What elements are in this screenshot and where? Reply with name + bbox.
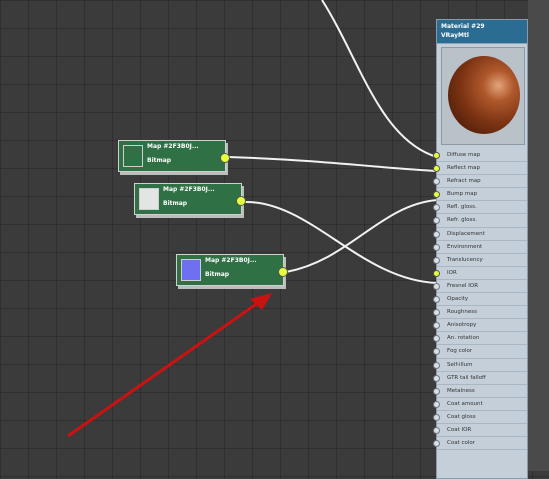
- map-node-3-swatch: [181, 259, 201, 281]
- annotation-arrow-line: [67, 298, 263, 438]
- slot-self-illum[interactable]: Self-illum: [433, 359, 527, 372]
- slot-input-socket[interactable]: [433, 348, 440, 356]
- slot-opacity[interactable]: Opacity: [433, 293, 527, 307]
- slot-reflect-map[interactable]: Reflect map: [433, 162, 527, 176]
- slot-anisotropy[interactable]: Anisotropy: [433, 319, 527, 333]
- slot-input-socket[interactable]: [433, 361, 440, 369]
- slot-input-socket[interactable]: [433, 387, 440, 395]
- slot-input-socket[interactable]: [433, 296, 440, 304]
- material-type: VRayMtl: [441, 32, 469, 39]
- slot-label: Anisotropy: [447, 322, 477, 329]
- slot-input-socket[interactable]: [433, 309, 440, 317]
- panel-edge: [528, 0, 549, 471]
- map-node-1-title: Map #2F3B0J...: [147, 143, 199, 150]
- slot-label: Fresnel IOR: [447, 282, 479, 289]
- slot-label: Refract map: [447, 178, 481, 185]
- slot-refl-gloss[interactable]: Refl. gloss.: [433, 201, 527, 215]
- material-title: Material #29: [441, 23, 485, 30]
- slot-fog-color[interactable]: Fog color: [433, 345, 527, 359]
- slot-input-socket[interactable]: [433, 217, 440, 225]
- slot-label: Fog color: [447, 348, 473, 355]
- slot-input-socket[interactable]: [433, 374, 440, 382]
- wire-diffuse: [321, 0, 438, 158]
- material-preview: [441, 47, 525, 145]
- slot-an-rotation[interactable]: An. rotation: [433, 332, 527, 346]
- slot-input-socket[interactable]: [433, 256, 440, 264]
- wire-map3-bump: [285, 199, 438, 273]
- slot-input-socket[interactable]: [433, 269, 440, 277]
- slot-input-socket[interactable]: [433, 335, 440, 343]
- map-node-3[interactable]: Map #2F3B0J... Bitmap: [176, 254, 288, 286]
- slot-label: Roughness: [447, 309, 478, 316]
- slot-input-socket[interactable]: [433, 322, 440, 330]
- slot-label: Metalness: [447, 387, 475, 394]
- slot-label: Bump map: [447, 191, 478, 198]
- slot-input-socket[interactable]: [433, 413, 440, 421]
- slot-refract-map[interactable]: Refract map: [433, 175, 527, 189]
- slot-label: Coat IOR: [447, 426, 472, 433]
- map-node-1-output-socket[interactable]: [220, 153, 230, 163]
- slot-input-socket[interactable]: [433, 165, 440, 173]
- map-node-3-type: Bitmap: [205, 271, 230, 278]
- slot-label: Diffuse map: [447, 152, 481, 158]
- slot-refr-gloss[interactable]: Refr. gloss.: [433, 214, 527, 228]
- map-node-3-output-socket[interactable]: [278, 267, 288, 277]
- slot-input-socket[interactable]: [433, 191, 440, 199]
- map-node-2-title: Map #2F3B0J...: [163, 186, 215, 193]
- slot-label: Displacement: [447, 230, 485, 237]
- slot-bump-map[interactable]: Bump map: [433, 188, 527, 202]
- map-node-2-output-socket[interactable]: [236, 196, 246, 206]
- slot-label: Environment: [447, 243, 483, 250]
- slot-label: Translucency: [447, 256, 483, 263]
- slot-input-socket[interactable]: [433, 152, 440, 159]
- wire-map1-reflect: [227, 156, 438, 172]
- slot-input-socket[interactable]: [433, 440, 440, 448]
- slot-label: An. rotation: [447, 335, 480, 342]
- slot-label: Coat amount: [447, 400, 483, 407]
- node-editor-canvas[interactable]: Map #2F3B0J... Bitmap Map #2F3B0J... Bit…: [0, 0, 549, 479]
- slot-input-socket[interactable]: [433, 178, 440, 186]
- slot-environment[interactable]: Environment: [433, 241, 527, 254]
- annotation-arrow-head: [250, 293, 272, 310]
- slot-coat-gloss[interactable]: Coat gloss: [433, 411, 527, 424]
- material-node[interactable]: Material #29 VRayMtl Diffuse map Reflect…: [433, 19, 528, 479]
- slot-label: IOR: [447, 269, 457, 276]
- slot-input-socket[interactable]: [433, 230, 440, 238]
- map-node-2-swatch: [139, 188, 159, 210]
- material-slot-list: Diffuse map Reflect map Refract map Bump…: [433, 149, 527, 451]
- slot-label: Opacity: [447, 296, 469, 303]
- slot-input-socket[interactable]: [433, 243, 440, 251]
- slot-roughness[interactable]: Roughness: [433, 306, 527, 320]
- slot-gtr-tail-falloff[interactable]: GTR tail falloff: [433, 372, 527, 385]
- material-node-header[interactable]: Material #29 VRayMtl: [437, 20, 527, 44]
- map-node-1[interactable]: Map #2F3B0J... Bitmap: [118, 140, 230, 172]
- slot-coat-ior[interactable]: Coat IOR: [433, 424, 527, 438]
- slot-coat-amount[interactable]: Coat amount: [433, 398, 527, 411]
- material-preview-sphere: [448, 56, 520, 134]
- slot-label: Self-illum: [447, 361, 473, 368]
- slot-input-socket[interactable]: [433, 282, 440, 290]
- slot-ior[interactable]: IOR: [433, 267, 527, 280]
- slot-label: Reflect map: [447, 165, 480, 172]
- slot-label: Coat gloss: [447, 413, 476, 420]
- slot-label: Refr. gloss.: [447, 217, 478, 224]
- map-node-1-type: Bitmap: [147, 157, 172, 164]
- map-node-1-swatch: [123, 145, 143, 167]
- slot-diffuse-map[interactable]: Diffuse map: [433, 149, 527, 163]
- slot-input-socket[interactable]: [433, 426, 440, 434]
- slot-metalness[interactable]: Metalness: [433, 385, 527, 398]
- slot-label: Refl. gloss.: [447, 204, 477, 211]
- map-node-3-title: Map #2F3B0J...: [205, 257, 257, 264]
- slot-label: Coat color: [447, 440, 476, 447]
- map-node-2-type: Bitmap: [163, 200, 188, 207]
- map-node-2[interactable]: Map #2F3B0J... Bitmap: [134, 183, 246, 215]
- slot-input-socket[interactable]: [433, 204, 440, 212]
- slot-translucency[interactable]: Translucency: [433, 254, 527, 267]
- slot-coat-color[interactable]: Coat color: [433, 437, 527, 451]
- slot-fresnel-ior[interactable]: Fresnel IOR: [433, 280, 527, 294]
- slot-displacement[interactable]: Displacement: [433, 228, 527, 241]
- slot-input-socket[interactable]: [433, 400, 440, 408]
- slot-label: GTR tail falloff: [447, 374, 486, 381]
